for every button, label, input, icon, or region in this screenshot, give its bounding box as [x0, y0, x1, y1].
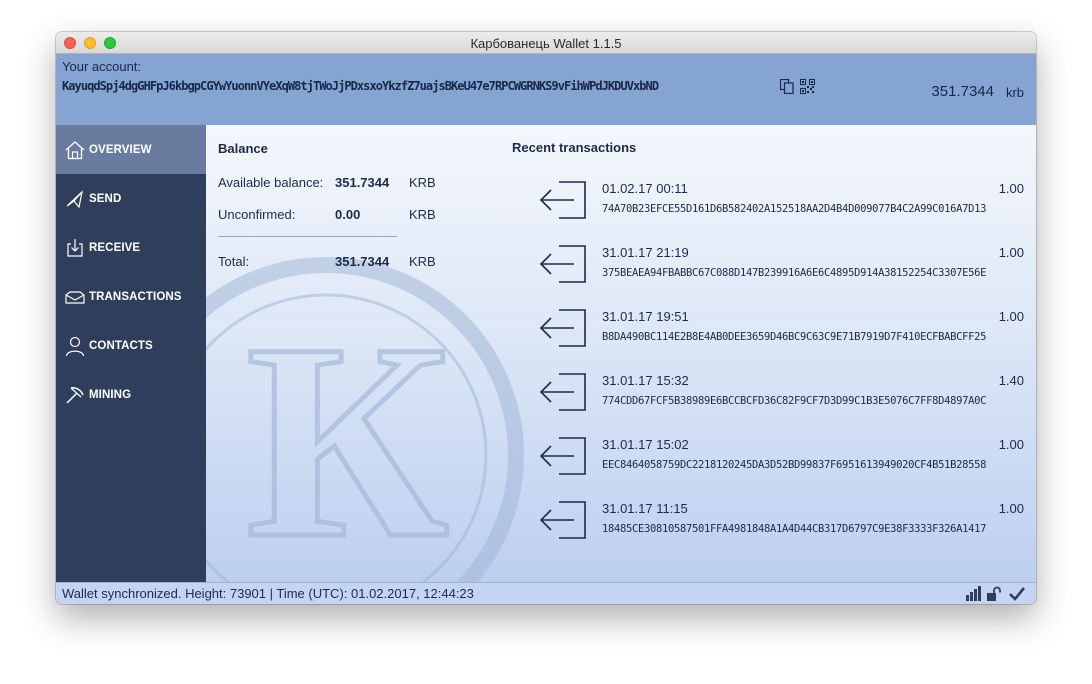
unconfirmed-balance-value: 0.00 — [335, 207, 361, 222]
account-balance: 351.7344 — [931, 83, 994, 100]
signal-bars-icon — [966, 586, 981, 601]
unconfirmed-balance-label: Unconfirmed: — [218, 207, 296, 222]
incoming-transaction-icon — [540, 373, 586, 411]
qr-code-icon[interactable] — [800, 79, 815, 94]
transaction-row[interactable]: 31.01.17 11:15 1.00 18485CE30810587501FF… — [536, 498, 1024, 562]
transaction-date: 31.01.17 15:02 — [602, 437, 689, 452]
home-icon — [65, 140, 85, 159]
title-bar: Карбованець Wallet 1.1.5 — [56, 32, 1036, 54]
total-balance-label: Total: — [218, 254, 250, 269]
transaction-amount: 1.00 — [998, 245, 1024, 260]
incoming-transaction-icon — [540, 181, 586, 219]
sidebar-item-mining[interactable]: MINING — [56, 370, 206, 419]
sidebar-item-label: OVERVIEW — [89, 143, 152, 156]
transaction-row[interactable]: 31.01.17 19:51 1.00 B8DA490BC114E2B8E4AB… — [536, 306, 1024, 370]
available-balance-unit: KRB — [409, 175, 436, 190]
transaction-hash: 375BEAEA94FBABBC67C088D147B239916A6E6C48… — [602, 267, 987, 279]
sidebar-item-send[interactable]: SEND — [56, 174, 206, 223]
recent-transactions-title: Recent transactions — [512, 140, 637, 155]
copy-icon[interactable] — [780, 79, 794, 94]
transaction-row[interactable]: 31.01.17 15:02 1.00 EEC8464058759DC22181… — [536, 434, 1024, 498]
transaction-date: 31.01.17 15:32 — [602, 373, 689, 388]
transaction-row[interactable]: 31.01.17 15:32 1.40 774CDD67FCF5B38989E6… — [536, 370, 1024, 434]
checkmark-icon — [1009, 587, 1025, 601]
available-balance-value: 351.7344 — [335, 175, 390, 190]
sync-status-text: Wallet synchronized. Height: 73901 | Tim… — [62, 586, 474, 601]
sidebar-item-label: SEND — [89, 192, 122, 205]
transaction-hash: 74A70B23EFCE55D161D6B582402A152518AA2D4B… — [602, 203, 987, 215]
transaction-hash: 774CDD67FCF5B38989E6BCCBCFD36C82F9CF7D3D… — [602, 395, 987, 407]
sidebar-item-transactions[interactable]: TRANSACTIONS — [56, 272, 206, 321]
transaction-row[interactable]: 01.02.17 00:11 1.00 74A70B23EFCE55D161D6… — [536, 178, 1024, 242]
account-balance-unit: krb — [1005, 85, 1024, 100]
status-bar: Wallet synchronized. Height: 73901 | Tim… — [56, 582, 1036, 604]
account-address[interactable]: KayuqdSpj4dgGHFpJ6kbgpCGYwYuonnVYeXqW8tj… — [62, 79, 659, 93]
sidebar-item-label: CONTACTS — [89, 339, 153, 352]
available-balance-label: Available balance: — [218, 175, 324, 190]
receive-icon — [67, 238, 83, 257]
mining-icon — [66, 386, 84, 404]
sidebar-item-contacts[interactable]: CONTACTS — [56, 321, 206, 370]
sidebar-item-overview[interactable]: OVERVIEW — [56, 125, 206, 174]
overview-panel: К Balance Available balance: 351.7344 KR… — [206, 125, 1036, 582]
balance-divider — [218, 236, 397, 237]
balance-title: Balance — [218, 141, 268, 156]
transaction-hash: 18485CE30810587501FFA4981848A1A4D44CB317… — [602, 523, 987, 535]
window-title: Карбованець Wallet 1.1.5 — [470, 36, 622, 51]
incoming-transaction-icon — [540, 245, 586, 283]
transactions-icon — [65, 290, 85, 304]
transaction-date: 31.01.17 21:19 — [602, 245, 689, 260]
transaction-amount: 1.00 — [998, 309, 1024, 324]
transaction-amount: 1.00 — [998, 501, 1024, 516]
transaction-amount: 1.00 — [998, 181, 1024, 196]
transaction-amount: 1.00 — [998, 437, 1024, 452]
send-icon — [66, 189, 83, 208]
incoming-transaction-icon — [540, 309, 586, 347]
transaction-date: 01.02.17 00:11 — [602, 181, 688, 196]
transaction-hash: B8DA490BC114E2B8E4AB0DEE3659D46BC9C63C9E… — [602, 331, 987, 343]
wallet-window: Карбованець Wallet 1.1.5 Your account: K… — [56, 32, 1036, 604]
svg-text:К: К — [246, 285, 449, 582]
incoming-transaction-icon — [540, 501, 586, 539]
transaction-date: 31.01.17 11:15 — [602, 501, 688, 516]
sidebar-item-label: RECEIVE — [89, 241, 141, 254]
unconfirmed-balance-unit: KRB — [409, 207, 436, 222]
incoming-transaction-icon — [540, 437, 586, 475]
transaction-hash: EEC8464058759DC2218120245DA3D52BD99837F6… — [602, 459, 987, 471]
unlocked-icon[interactable] — [986, 586, 1002, 601]
account-bar: Your account: KayuqdSpj4dgGHFpJ6kbgpCGYw… — [56, 54, 1036, 125]
transaction-amount: 1.40 — [998, 373, 1024, 388]
total-balance-unit: KRB — [409, 254, 436, 269]
sidebar-item-label: TRANSACTIONS — [89, 290, 182, 303]
total-balance-value: 351.7344 — [335, 254, 390, 269]
sidebar-item-label: MINING — [89, 388, 132, 401]
sidebar-item-receive[interactable]: RECEIVE — [56, 223, 206, 272]
contacts-icon — [65, 336, 85, 356]
transaction-date: 31.01.17 19:51 — [602, 309, 689, 324]
transaction-row[interactable]: 31.01.17 21:19 1.00 375BEAEA94FBABBC67C0… — [536, 242, 1024, 306]
account-label: Your account: — [62, 59, 142, 74]
sidebar: OVERVIEW SEND RECEIVE TRANSACTIONS CONTA… — [56, 125, 206, 582]
